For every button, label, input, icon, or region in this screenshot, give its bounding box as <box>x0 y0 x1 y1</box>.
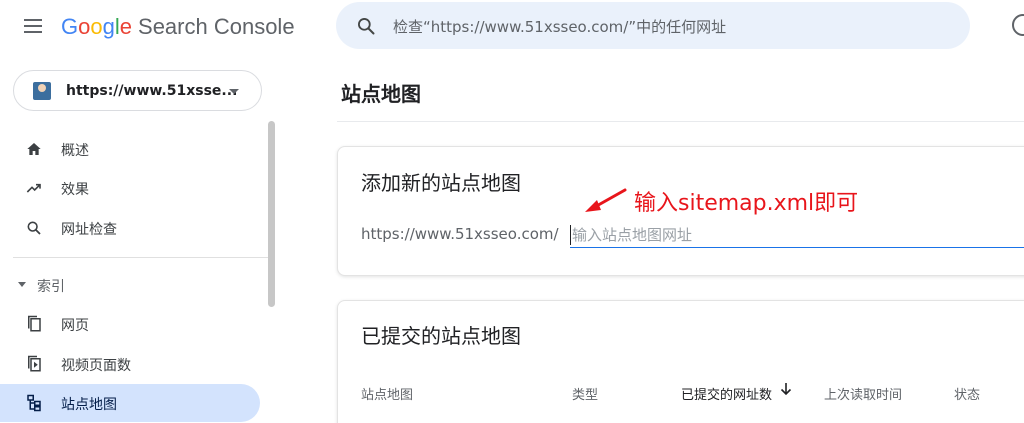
add-sitemap-title: 添加新的站点地图 <box>361 171 521 195</box>
sidebar-item-label: 网页 <box>61 318 89 334</box>
video-pages-icon <box>25 355 43 373</box>
column-header-submitted-urls[interactable]: 已提交的网址数 <box>681 384 772 403</box>
section-label: 索引 <box>37 279 65 295</box>
app-logo[interactable]: Google Search Console <box>61 13 295 41</box>
annotation-arrow-icon <box>585 188 627 212</box>
home-icon <box>25 140 43 158</box>
text-cursor <box>570 225 571 245</box>
sitemap-url-prefix: https://www.51xsseo.com/ <box>361 225 559 243</box>
column-header-status[interactable]: 状态 <box>954 384 980 403</box>
sidebar-item-label: 效果 <box>61 182 89 198</box>
submitted-sitemaps-card <box>337 300 1024 423</box>
hamburger-menu-icon[interactable] <box>21 14 45 38</box>
logo-letter: o <box>78 14 91 39</box>
submitted-sitemaps-title: 已提交的站点地图 <box>361 324 521 348</box>
column-header-last-read[interactable]: 上次读取时间 <box>824 384 902 403</box>
column-header-sitemap[interactable]: 站点地图 <box>361 384 413 403</box>
logo-letter: g <box>102 14 115 39</box>
sidebar-item-label: 概述 <box>61 143 89 159</box>
logo-letter: e <box>119 14 133 39</box>
property-label[interactable]: https://www.51xsse... <box>66 83 237 99</box>
logo-letter: o <box>90 14 103 39</box>
sidebar-item-sitemaps[interactable]: 站点地图 <box>0 384 260 422</box>
property-avatar <box>33 82 51 100</box>
sidebar-item-video-pages[interactable]: 视频页面数 <box>0 345 260 383</box>
sidebar-item-label: 站点地图 <box>61 397 117 413</box>
column-header-type[interactable]: 类型 <box>572 384 598 403</box>
logo-letter: G <box>61 14 79 39</box>
sidebar-item-label: 视频页面数 <box>61 358 131 374</box>
search-placeholder[interactable]: 检查“https://www.51xsseo.com/”中的任何网址 <box>393 16 726 37</box>
sidebar-divider <box>13 257 275 258</box>
search-icon[interactable] <box>356 16 376 36</box>
annotation-text: 输入sitemap.xml即可 <box>634 191 859 216</box>
sidebar-item-url-inspection[interactable]: 网址检查 <box>0 209 260 247</box>
caret-down-icon <box>18 282 26 287</box>
chevron-down-icon[interactable] <box>229 89 239 94</box>
page-title: 站点地图 <box>341 82 421 106</box>
sitemap-url-input[interactable] <box>570 222 1024 248</box>
pages-icon <box>25 315 43 333</box>
sidebar-item-label: 网址检查 <box>61 222 117 238</box>
top-app-bar: Google Search Console 检查“https://www.51xs… <box>0 0 1024 56</box>
product-name: Search Console <box>138 14 295 39</box>
title-divider <box>337 121 1024 122</box>
sidebar-item-pages[interactable]: 网页 <box>0 305 260 343</box>
arrow-down-icon[interactable] <box>780 382 792 396</box>
search-icon <box>25 219 43 237</box>
sidebar-item-overview[interactable]: 概述 <box>0 130 260 168</box>
sidebar-item-performance[interactable]: 效果 <box>0 169 260 207</box>
help-icon[interactable] <box>1012 14 1024 36</box>
trending-up-icon <box>25 179 43 197</box>
sitemap-icon <box>25 394 43 412</box>
sidebar-scrollbar[interactable] <box>268 121 275 307</box>
